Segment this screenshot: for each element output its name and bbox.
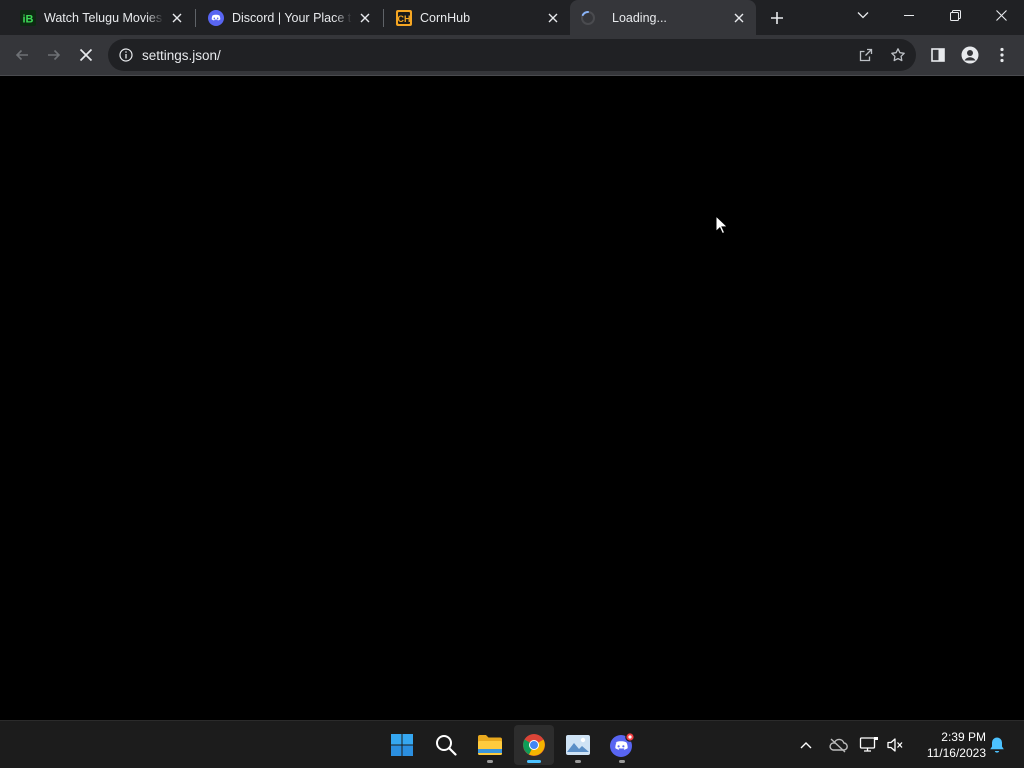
chevron-down-icon bbox=[857, 12, 869, 19]
onedrive-button[interactable] bbox=[826, 733, 850, 757]
stop-icon bbox=[79, 48, 93, 62]
file-explorer-button[interactable] bbox=[470, 725, 510, 765]
running-indicator bbox=[575, 760, 581, 763]
side-panel-icon bbox=[931, 48, 945, 62]
tab-title: CornHub bbox=[420, 10, 471, 25]
close-icon bbox=[995, 9, 1007, 21]
search-icon bbox=[436, 735, 457, 756]
file-explorer-icon bbox=[478, 735, 502, 755]
close-icon[interactable] bbox=[356, 9, 374, 27]
clock-time: 2:39 PM bbox=[941, 730, 986, 744]
tab-title: Discord | Your Place to Talk and Hang Ou… bbox=[232, 10, 352, 25]
notifications-button[interactable] bbox=[985, 733, 1009, 757]
minimize-icon bbox=[904, 15, 914, 16]
tab-loading[interactable]: Loading... bbox=[570, 0, 756, 35]
profile-icon bbox=[961, 46, 979, 64]
page-content[interactable] bbox=[0, 77, 1024, 720]
discord-icon bbox=[610, 732, 635, 757]
bell-icon bbox=[990, 737, 1004, 753]
restore-icon bbox=[949, 9, 961, 21]
search-button[interactable] bbox=[426, 725, 466, 765]
close-icon[interactable] bbox=[168, 9, 186, 27]
close-icon[interactable] bbox=[730, 9, 748, 27]
svg-text:CH: CH bbox=[398, 14, 411, 24]
new-tab-button[interactable] bbox=[764, 5, 790, 31]
star-icon bbox=[891, 48, 905, 62]
loading-spinner-icon bbox=[580, 10, 596, 26]
show-hidden-icons-button[interactable] bbox=[794, 733, 818, 757]
arrow-left-icon bbox=[15, 49, 28, 61]
running-indicator bbox=[487, 760, 493, 763]
share-button[interactable] bbox=[852, 41, 880, 69]
volume-muted-icon bbox=[887, 738, 903, 752]
bookmark-button[interactable] bbox=[884, 41, 912, 69]
onedrive-offline-icon bbox=[829, 738, 848, 753]
tab-title: Loading... bbox=[612, 10, 667, 25]
tab-strip: iB Watch Telugu Movies Online Discord | … bbox=[0, 0, 1024, 35]
ibomma-icon: iB bbox=[20, 9, 36, 26]
clock[interactable]: 2:39 PM 11/16/2023 bbox=[912, 729, 986, 761]
cornhub-icon: CH bbox=[396, 9, 412, 26]
share-icon bbox=[859, 48, 873, 62]
tab-ibomma[interactable]: iB Watch Telugu Movies Online bbox=[8, 0, 194, 35]
start-icon bbox=[391, 734, 413, 756]
network-button[interactable] bbox=[857, 733, 881, 757]
svg-text:iB: iB bbox=[23, 13, 34, 25]
close-window-button[interactable] bbox=[978, 0, 1024, 30]
tab-title: Watch Telugu Movies Online bbox=[44, 10, 164, 25]
address-bar[interactable]: settings.json/ bbox=[108, 39, 916, 71]
plus-icon bbox=[771, 12, 783, 24]
start-button[interactable] bbox=[382, 725, 422, 765]
forward-button[interactable] bbox=[40, 41, 68, 69]
close-icon[interactable] bbox=[544, 9, 562, 27]
clock-date: 11/16/2023 bbox=[926, 746, 986, 760]
tab-search-button[interactable] bbox=[840, 0, 886, 30]
discord-icon bbox=[208, 9, 224, 26]
volume-button[interactable] bbox=[883, 733, 907, 757]
tab-cornhub[interactable]: CH CornHub bbox=[384, 0, 570, 35]
profile-button[interactable] bbox=[956, 41, 984, 69]
info-icon[interactable] bbox=[118, 47, 134, 63]
stop-loading-button[interactable] bbox=[72, 41, 100, 69]
side-panel-button[interactable] bbox=[924, 41, 952, 69]
toolbar: settings.json/ bbox=[0, 35, 1024, 76]
mouse-pointer-icon bbox=[715, 215, 729, 235]
url-text[interactable]: settings.json/ bbox=[142, 48, 221, 63]
photos-button[interactable] bbox=[558, 725, 598, 765]
chrome-icon bbox=[523, 734, 545, 756]
running-indicator bbox=[619, 760, 625, 763]
kebab-menu-icon bbox=[1000, 47, 1004, 63]
taskbar: 2:39 PM 11/16/2023 bbox=[0, 720, 1024, 768]
menu-button[interactable] bbox=[988, 41, 1016, 69]
chevron-up-icon bbox=[800, 742, 812, 749]
back-button[interactable] bbox=[8, 41, 36, 69]
minimize-button[interactable] bbox=[886, 0, 932, 30]
running-indicator bbox=[527, 760, 541, 763]
tab-discord[interactable]: Discord | Your Place to Talk and Hang Ou… bbox=[196, 0, 382, 35]
photos-icon bbox=[566, 735, 590, 755]
chrome-button[interactable] bbox=[514, 725, 554, 765]
restore-button[interactable] bbox=[932, 0, 978, 30]
arrow-right-icon bbox=[48, 49, 61, 61]
network-icon bbox=[859, 737, 878, 752]
discord-button[interactable] bbox=[602, 725, 642, 765]
